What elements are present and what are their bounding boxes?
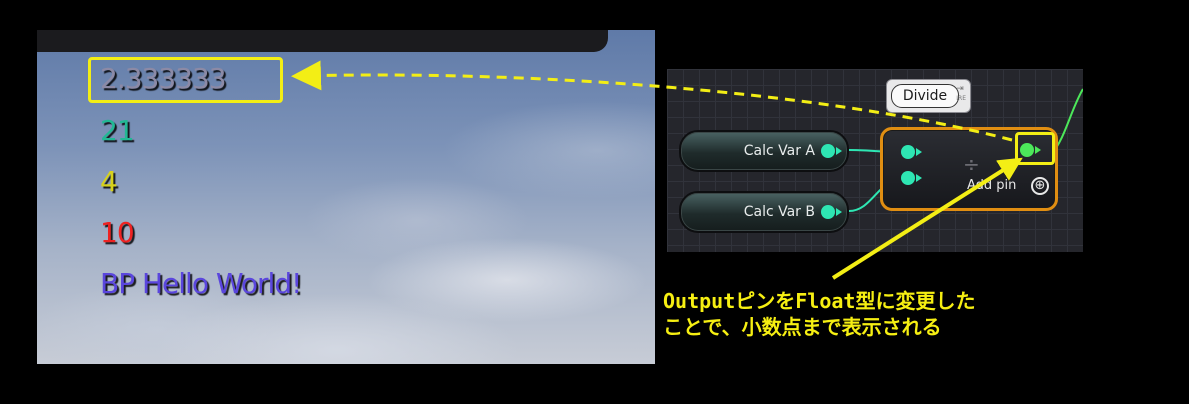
solid-arrow-to-pin (831, 157, 1023, 280)
annotation-note-line-1: OutputピンをFloat型に変更した (663, 289, 976, 313)
annotation-note-line-2: ことで、小数点まで表示される (663, 315, 942, 339)
annotation-note: OutputピンをFloat型に変更した ことで、小数点まで表示される (663, 288, 1083, 340)
annotation-arrows (291, 60, 1023, 280)
dashed-arrow-to-output (291, 60, 1013, 142)
